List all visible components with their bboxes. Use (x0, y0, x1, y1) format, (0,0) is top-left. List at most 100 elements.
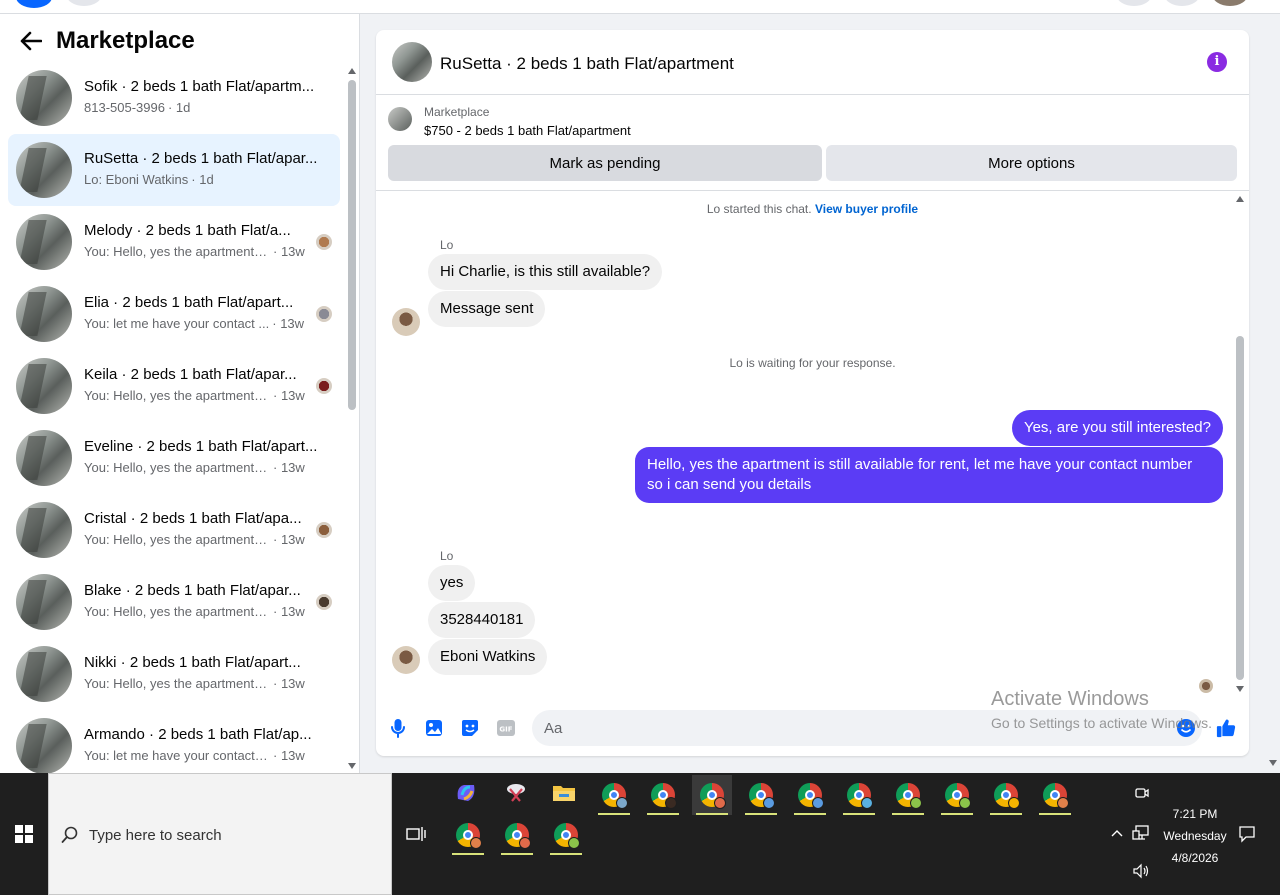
chrome-profile-6-icon[interactable] (839, 775, 879, 815)
taskbar-clock[interactable]: 7:21 PM Wednesday 4/8/2026 (1150, 803, 1240, 869)
conversation-name: Armando · 2 beds 1 bath Flat/ap... (84, 726, 312, 743)
chrome-profile-13-icon[interactable] (546, 815, 586, 855)
listing-price[interactable]: $750 - 2 beds 1 bath Flat/apartment (424, 123, 631, 138)
waiting-notice: Lo is waiting for your response. (729, 356, 896, 370)
scroll-down-arrow-icon[interactable] (1236, 686, 1244, 692)
top-navbar (0, 0, 1280, 14)
read-receipt-avatar (316, 306, 332, 322)
profile-avatar[interactable] (1212, 0, 1248, 6)
conversation-name: RuSetta · 2 beds 1 bath Flat/apar... (84, 150, 318, 167)
scrollbar-thumb[interactable] (348, 80, 356, 410)
volume-icon[interactable] (1132, 863, 1150, 882)
chrome-profile-1-icon[interactable] (594, 775, 634, 815)
chrome-profile-11-icon[interactable] (448, 815, 488, 855)
clock-time: 7:21 PM (1172, 807, 1218, 821)
outgoing-message[interactable]: Yes, are you still interested? (1011, 410, 1223, 446)
chrome-profile-3-icon[interactable] (692, 775, 732, 815)
chrome-profile-7-icon[interactable] (888, 775, 928, 815)
sender-avatar[interactable] (392, 308, 420, 336)
gif-icon[interactable]: GIF (496, 718, 516, 738)
conversation-item[interactable]: Armando · 2 beds 1 bath Flat/ap... You: l… (8, 710, 340, 782)
chrome-profile-10-icon[interactable] (1035, 775, 1075, 815)
listing-thumbnail (16, 574, 72, 630)
conversation-snippet: 813-505-3996 (84, 100, 165, 115)
listing-avatar[interactable] (392, 42, 432, 82)
scroll-down-arrow-icon[interactable] (348, 763, 356, 769)
listing-thumbnail (16, 502, 72, 558)
svg-text:GIF: GIF (499, 726, 512, 734)
watermark-title: Activate Windows (991, 688, 1149, 710)
chat-scrollbar[interactable] (1234, 196, 1246, 692)
taskbar-search-box[interactable]: Type here to search (48, 773, 392, 895)
conversation-snippet: You: Hello, yes the apartment i... (84, 532, 270, 547)
incoming-message[interactable]: 3528440181 (428, 602, 536, 638)
back-arrow-icon[interactable] (18, 28, 44, 54)
conversation-item[interactable]: Nikki · 2 beds 1 bath Flat/apart... You: … (8, 638, 340, 710)
chat-title[interactable]: RuSetta · 2 beds 1 bath Flat/apartment (440, 54, 734, 74)
facebook-logo-icon[interactable] (16, 0, 52, 8)
listing-thumbnail (16, 358, 72, 414)
messenger-button[interactable] (1116, 0, 1152, 6)
view-buyer-profile-link[interactable]: View buyer profile (815, 202, 918, 216)
scrollbar-thumb[interactable] (1236, 336, 1244, 680)
conversation-item[interactable]: RuSetta · 2 beds 1 bath Flat/apar... Lo: … (8, 134, 340, 206)
chrome-profile-8-icon[interactable] (937, 775, 977, 815)
scroll-up-arrow-icon[interactable] (348, 68, 356, 74)
listing-banner: Marketplace $750 - 2 beds 1 bath Flat/ap… (376, 95, 1249, 191)
page-scroll-down-arrow-icon[interactable] (1269, 760, 1277, 766)
network-icon[interactable] (1132, 825, 1150, 844)
incoming-message[interactable]: Hi Charlie, is this still available? (428, 254, 663, 290)
listing-source: Marketplace (424, 105, 490, 119)
listing-thumbnail[interactable] (388, 107, 412, 131)
chat-started-notice: Lo started this chat. View buyer profile (706, 202, 919, 216)
chrome-profile-12-icon[interactable] (497, 815, 537, 855)
meet-now-icon[interactable] (1134, 785, 1150, 804)
conversation-time: · 13w (273, 676, 305, 691)
conversation-preview: You: let me have your contact ... · 13w (84, 316, 320, 331)
conversation-item[interactable]: Eveline · 2 beds 1 bath Flat/apart... You… (8, 422, 340, 494)
mark-as-pending-button[interactable]: Mark as pending (388, 145, 822, 181)
sidebar-scrollbar[interactable] (346, 66, 358, 771)
conversation-item[interactable]: Elia · 2 beds 1 bath Flat/apart... You: l… (8, 278, 340, 350)
conversation-item[interactable]: Cristal · 2 beds 1 bath Flat/apa... You: … (8, 494, 340, 566)
scroll-up-arrow-icon[interactable] (1236, 196, 1244, 202)
task-view-icon[interactable] (406, 825, 426, 848)
conversation-item[interactable]: Keila · 2 beds 1 bath Flat/apar... You: H… (8, 350, 340, 422)
conversation-item[interactable]: Blake · 2 beds 1 bath Flat/apar... You: H… (8, 566, 340, 638)
conversation-item[interactable]: Sofik · 2 beds 1 bath Flat/apartm... 813-… (8, 62, 340, 134)
chrome-profile-2-icon[interactable] (643, 775, 683, 815)
info-icon[interactable]: i (1207, 52, 1227, 72)
outgoing-message[interactable]: Hello, yes the apartment is still availa… (635, 447, 1223, 503)
conversation-item[interactable]: Melody · 2 beds 1 bath Flat/a... You: Hel… (8, 206, 340, 278)
thumbs-up-icon[interactable] (1216, 718, 1236, 738)
conversation-name: Blake · 2 beds 1 bath Flat/apar... (84, 582, 301, 599)
conversation-preview: You: Hello, yes the apartment i... · 13w (84, 604, 320, 619)
notifications-button[interactable] (1164, 0, 1200, 6)
notifications-icon[interactable] (1238, 825, 1256, 846)
incoming-message[interactable]: yes (428, 565, 476, 601)
conversation-snippet: You: let me have your contact nu... (84, 748, 270, 763)
conversation-preview: You: let me have your contact nu... · 13w (84, 748, 320, 763)
incoming-message[interactable]: Eboni Watkins (428, 639, 548, 675)
chrome-profile-4-icon[interactable] (741, 775, 781, 815)
photo-icon[interactable] (424, 718, 444, 738)
incoming-message[interactable]: Message sent (428, 291, 546, 327)
microphone-icon[interactable] (388, 718, 408, 738)
conversation-snippet: You: Hello, yes the apartment i... (84, 244, 270, 259)
listing-thumbnail (16, 718, 72, 774)
more-options-button[interactable]: More options (826, 145, 1237, 181)
sticker-icon[interactable] (460, 718, 480, 738)
snipping-tool-icon[interactable] (496, 773, 536, 813)
file-explorer-icon[interactable] (544, 773, 584, 813)
chrome-profile-5-icon[interactable] (790, 775, 830, 815)
show-hidden-icons-chevron-up-icon[interactable] (1110, 827, 1124, 841)
sender-avatar[interactable] (392, 646, 420, 674)
copilot-app-icon[interactable] (446, 773, 486, 813)
conversation-time: · 13w (273, 532, 305, 547)
windows-start-icon[interactable] (0, 773, 48, 895)
sidebar-title: Marketplace (56, 27, 195, 54)
chrome-profile-9-icon[interactable] (986, 775, 1026, 815)
nav-search-button[interactable] (66, 0, 102, 6)
conversation-preview: You: Hello, yes the apartment i... · 13w (84, 532, 320, 547)
conversation-time: · 13w (273, 604, 305, 619)
